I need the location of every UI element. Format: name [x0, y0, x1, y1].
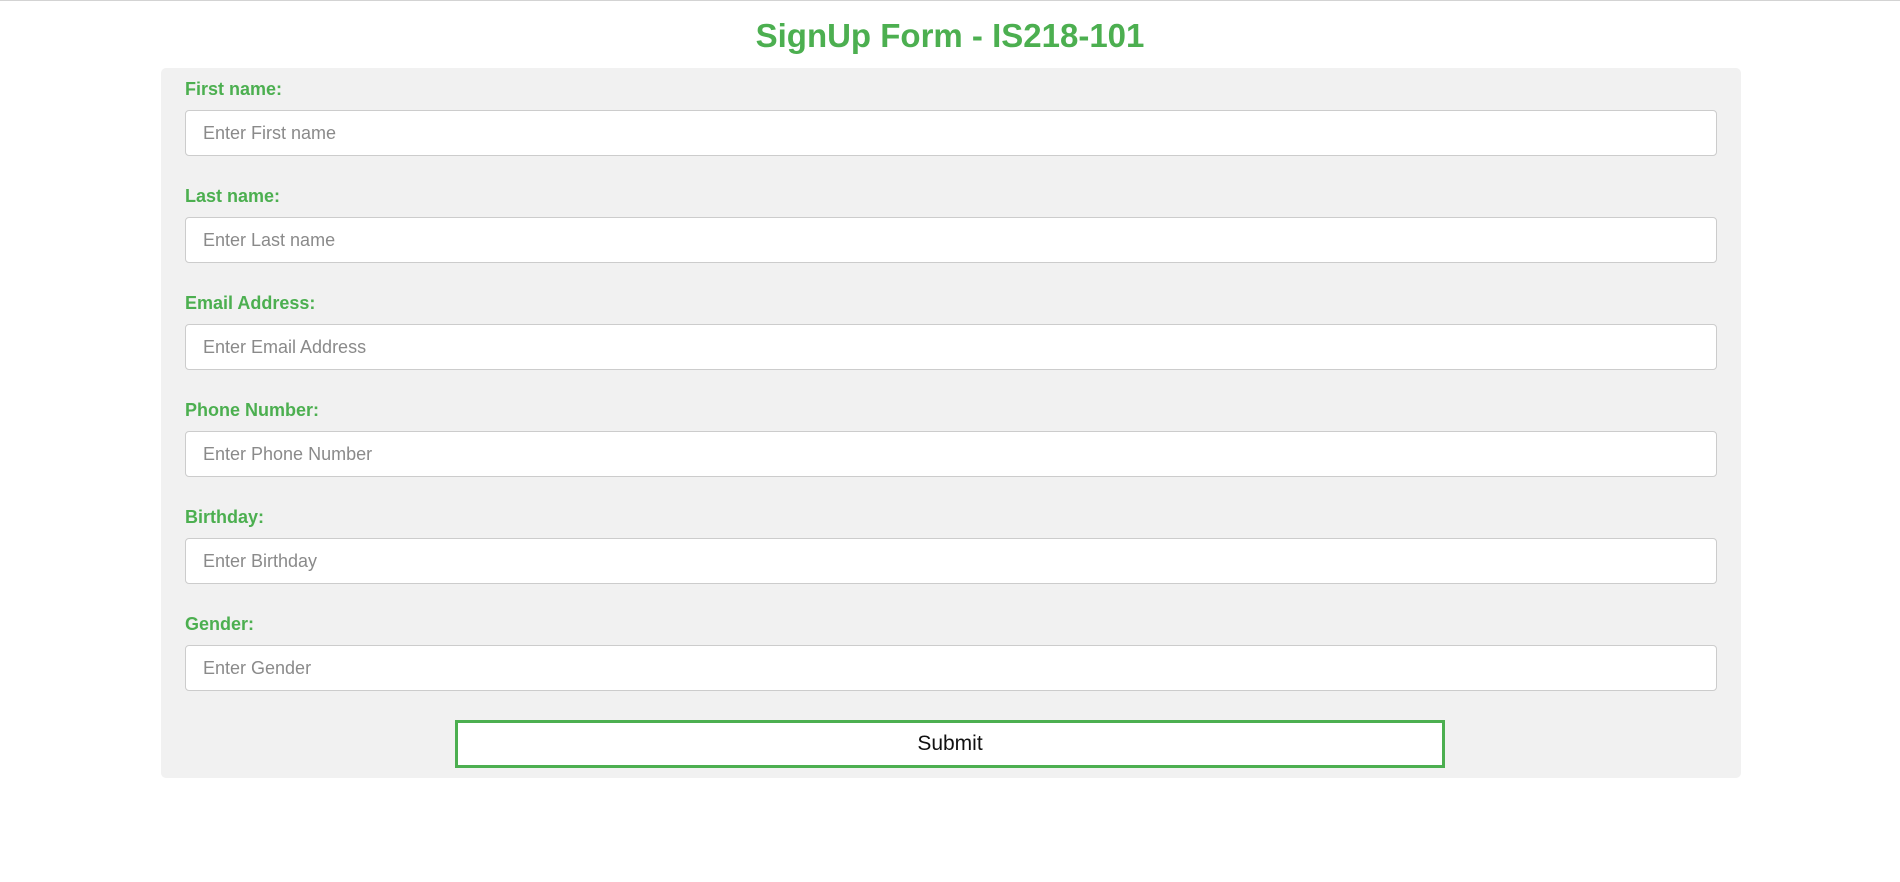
first-name-input[interactable] [185, 110, 1717, 156]
last-name-label: Last name: [185, 186, 281, 206]
signup-form: First name: Last name: Email Address: Ph… [161, 68, 1741, 778]
email-address-input[interactable] [185, 324, 1717, 370]
email-address-group: Email Address: [185, 292, 1717, 370]
last-name-group: Last name: [185, 185, 1717, 263]
birthday-input[interactable] [185, 538, 1717, 584]
gender-label: Gender: [185, 614, 255, 634]
submit-button[interactable]: Submit [455, 720, 1445, 768]
last-name-input[interactable] [185, 217, 1717, 263]
birthday-label: Birthday: [185, 507, 265, 527]
phone-number-label: Phone Number: [185, 400, 320, 420]
phone-number-input[interactable] [185, 431, 1717, 477]
gender-group: Gender: [185, 613, 1717, 691]
first-name-label: First name: [185, 79, 283, 99]
gender-input[interactable] [185, 645, 1717, 691]
birthday-group: Birthday: [185, 506, 1717, 584]
top-divider [0, 0, 1900, 1]
first-name-group: First name: [185, 78, 1717, 156]
page-title: SignUp Form - IS218-101 [755, 17, 1145, 54]
phone-number-group: Phone Number: [185, 399, 1717, 477]
email-address-label: Email Address: [185, 293, 316, 313]
